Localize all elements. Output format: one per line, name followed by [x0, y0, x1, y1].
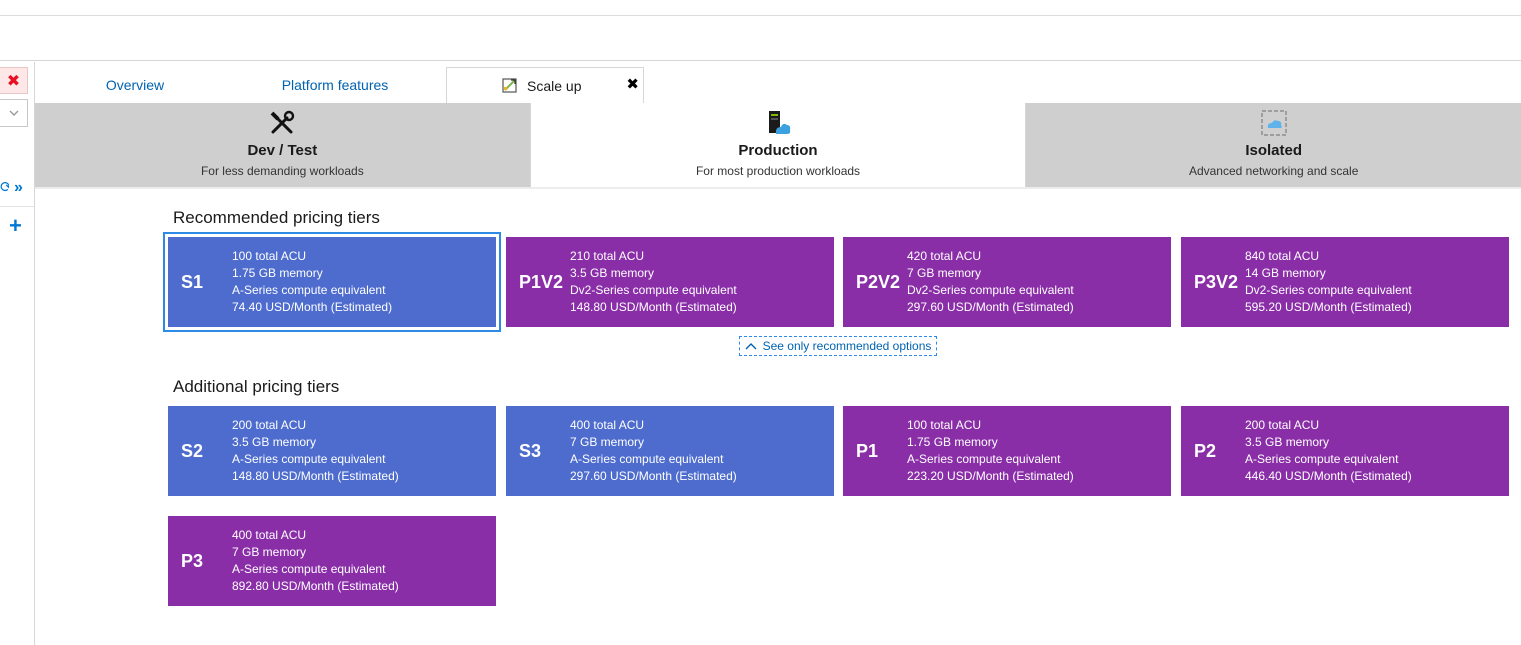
tier-name: P2	[1194, 440, 1217, 461]
recommended-section-heading: Recommended pricing tiers	[173, 208, 380, 227]
tier-memory: 7 GB memory	[232, 545, 307, 559]
tier-memory: 1.75 GB memory	[907, 435, 998, 449]
server-cloud-icon	[769, 111, 791, 134]
tier-price: 148.80 USD/Month (Estimated)	[232, 469, 399, 483]
tier-specs: 100 total ACU 1.75 GB memory A-Series co…	[232, 248, 392, 316]
see-only-recommended-button[interactable]: See only recommended options	[739, 336, 937, 356]
tier-specs: 420 total ACU 7 GB memory Dv2-Series com…	[907, 248, 1074, 316]
category-title: Dev / Test	[247, 142, 318, 159]
tier-name: S3	[519, 440, 542, 461]
see-only-label: See only recommended options	[762, 339, 932, 353]
tab-platform-features[interactable]: Platform features	[260, 68, 410, 102]
tier-compute: A-Series compute equivalent	[907, 452, 1061, 466]
tier-memory: 1.75 GB memory	[232, 266, 323, 280]
tier-compute: A-Series compute equivalent	[232, 562, 386, 576]
tools-icon	[270, 110, 295, 134]
add-icon[interactable]: +	[9, 215, 22, 237]
category-dev-test[interactable]: Dev / Test For less demanding workloads	[35, 103, 530, 187]
tier-name: S1	[181, 271, 204, 292]
pricing-tile-p2[interactable]: P2 200 total ACU 3.5 GB memory A-Series …	[1181, 406, 1509, 496]
tier-price: 892.80 USD/Month (Estimated)	[232, 579, 399, 593]
tier-compute: Dv2-Series compute equivalent	[570, 283, 737, 297]
pricing-tile-s1[interactable]: S1 100 total ACU 1.75 GB memory A-Series…	[163, 232, 501, 332]
tier-compute: A-Series compute equivalent	[570, 452, 724, 466]
tier-name: P3	[181, 550, 204, 571]
tier-acu: 200 total ACU	[232, 418, 307, 432]
category-subtitle: Advanced networking and scale	[1188, 164, 1359, 178]
tier-price: 297.60 USD/Month (Estimated)	[907, 300, 1074, 314]
tier-name: S2	[181, 440, 204, 461]
chevron-up-icon	[745, 343, 757, 350]
tier-compute: A-Series compute equivalent	[232, 452, 386, 466]
resource-dropdown[interactable]	[0, 99, 28, 127]
tier-memory: 7 GB memory	[570, 435, 645, 449]
tier-specs: 200 total ACU 3.5 GB memory A-Series com…	[1245, 417, 1412, 485]
scale-up-icon	[502, 78, 517, 93]
additional-section-heading: Additional pricing tiers	[173, 377, 340, 396]
tier-specs: 210 total ACU 3.5 GB memory Dv2-Series c…	[570, 248, 737, 316]
tier-compute: Dv2-Series compute equivalent	[1245, 283, 1412, 297]
tier-specs: 200 total ACU 3.5 GB memory A-Series com…	[232, 417, 399, 485]
tier-price: 446.40 USD/Month (Estimated)	[1245, 469, 1412, 483]
tier-memory: 3.5 GB memory	[1245, 435, 1330, 449]
tier-acu: 840 total ACU	[1245, 249, 1320, 263]
pricing-tile-s3[interactable]: S3 400 total ACU 7 GB memory A-Series co…	[506, 406, 834, 496]
isolated-cloud-icon	[1260, 110, 1287, 136]
tier-price: 74.40 USD/Month (Estimated)	[232, 300, 393, 314]
workload-category-selector: Dev / Test For less demanding workloads …	[35, 103, 1521, 187]
category-title: Production	[738, 142, 818, 159]
category-title: Isolated	[1245, 142, 1303, 159]
pricing-tile-p2v2[interactable]: P2V2 420 total ACU 7 GB memory Dv2-Serie…	[843, 237, 1171, 327]
tier-price: 595.20 USD/Month (Estimated)	[1245, 300, 1412, 314]
tier-specs: 100 total ACU 1.75 GB memory A-Series co…	[907, 417, 1074, 485]
tier-acu: 420 total ACU	[907, 249, 982, 263]
close-tab-icon[interactable]: ✖	[626, 77, 639, 93]
tier-acu: 200 total ACU	[1245, 418, 1320, 432]
divider	[0, 206, 34, 207]
tab-overview[interactable]: Overview	[60, 68, 210, 102]
refresh-icon[interactable]: ⟳	[0, 180, 9, 196]
tier-acu: 210 total ACU	[570, 249, 645, 263]
tier-price: 148.80 USD/Month (Estimated)	[570, 300, 737, 314]
tier-name: P1	[856, 440, 879, 461]
pricing-tile-p3[interactable]: P3 400 total ACU 7 GB memory A-Series co…	[168, 516, 496, 606]
chevron-down-icon	[9, 110, 18, 116]
tier-memory: 14 GB memory	[1245, 266, 1326, 280]
tier-memory: 3.5 GB memory	[232, 435, 317, 449]
tier-memory: 7 GB memory	[907, 266, 982, 280]
category-production[interactable]: Production For most production workloads	[529, 103, 1027, 187]
left-command-strip	[0, 62, 35, 645]
tier-compute: Dv2-Series compute equivalent	[907, 283, 1074, 297]
category-subtitle: For most production workloads	[695, 164, 861, 178]
tier-name: P1V2	[519, 271, 564, 292]
blade-header	[0, 16, 1521, 61]
pricing-tile-p1[interactable]: P1 100 total ACU 1.75 GB memory A-Series…	[843, 406, 1171, 496]
tier-acu: 400 total ACU	[232, 528, 307, 542]
tier-acu: 100 total ACU	[232, 249, 307, 263]
expand-icon[interactable]: »	[14, 180, 23, 196]
tab-scale-up[interactable]: Scale up ✖	[446, 67, 644, 103]
tier-acu: 400 total ACU	[570, 418, 645, 432]
tier-name: P2V2	[856, 271, 901, 292]
tier-specs: 400 total ACU 7 GB memory A-Series compu…	[232, 527, 399, 595]
top-bar	[0, 0, 1521, 16]
tier-price: 297.60 USD/Month (Estimated)	[570, 469, 737, 483]
tier-specs: 840 total ACU 14 GB memory Dv2-Series co…	[1245, 248, 1412, 316]
category-isolated[interactable]: Isolated Advanced networking and scale	[1026, 103, 1521, 187]
pricing-tile-s2[interactable]: S2 200 total ACU 3.5 GB memory A-Series …	[168, 406, 496, 496]
divider	[35, 187, 1521, 189]
tier-memory: 3.5 GB memory	[570, 266, 655, 280]
tier-acu: 100 total ACU	[907, 418, 982, 432]
tab-scale-up-label: Scale up	[527, 77, 582, 94]
close-icon[interactable]: ✖	[0, 67, 28, 94]
tier-compute: A-Series compute equivalent	[1245, 452, 1399, 466]
tier-price: 223.20 USD/Month (Estimated)	[907, 469, 1074, 483]
pricing-tile-p3v2[interactable]: P3V2 840 total ACU 14 GB memory Dv2-Seri…	[1181, 237, 1509, 327]
category-subtitle: For less demanding workloads	[200, 164, 364, 178]
pricing-tile-p1v2[interactable]: P1V2 210 total ACU 3.5 GB memory Dv2-Ser…	[506, 237, 834, 327]
tier-name: P3V2	[1194, 271, 1239, 292]
tier-compute: A-Series compute equivalent	[232, 283, 386, 297]
tier-specs: 400 total ACU 7 GB memory A-Series compu…	[570, 417, 737, 485]
